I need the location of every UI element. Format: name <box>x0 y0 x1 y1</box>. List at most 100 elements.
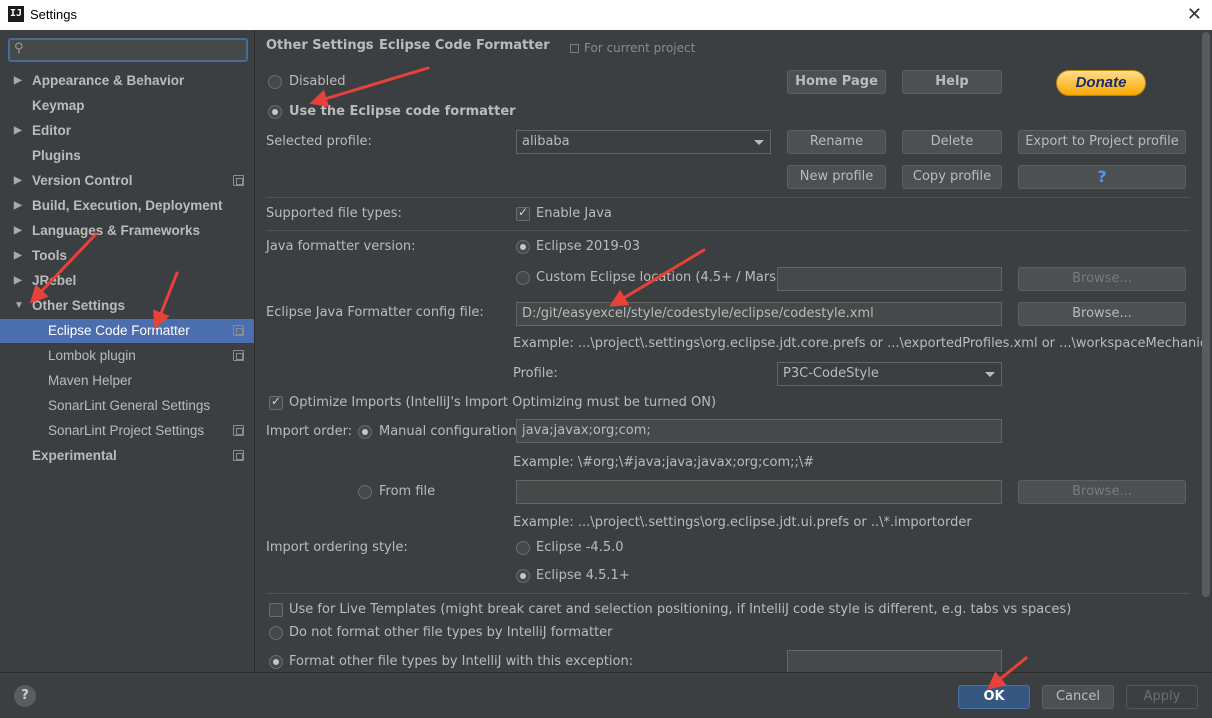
profile-label: Profile: <box>513 366 558 381</box>
chevron-down-icon <box>754 140 764 145</box>
format-exception-input[interactable] <box>787 650 1002 672</box>
profile-help-button[interactable]: ? <box>1018 165 1186 189</box>
chevron-down-icon <box>985 372 995 377</box>
divider <box>266 230 1190 231</box>
config-file-input[interactable]: D:/git/easyexcel/style/codestyle/eclipse… <box>516 302 1002 326</box>
sidebar-item-label: Editor <box>32 123 71 138</box>
breadcrumb-separator: › <box>365 38 371 53</box>
sidebar-item-languages[interactable]: ▶ Languages & Frameworks <box>0 219 254 243</box>
delete-button[interactable]: Delete <box>902 130 1002 154</box>
dialog-footer: ? OK Cancel Apply <box>0 672 1212 718</box>
sidebar-item-label: JRebel <box>32 273 77 288</box>
sidebar-item-lombok[interactable]: Lombok plugin <box>0 344 254 368</box>
expand-arrow-icon[interactable]: ▶ <box>14 244 22 268</box>
sidebar-item-plugins[interactable]: Plugins <box>0 144 254 168</box>
custom-eclipse-radio[interactable] <box>516 271 530 285</box>
format-other-radio[interactable] <box>269 655 283 669</box>
collapse-arrow-icon[interactable]: ▼ <box>14 294 24 318</box>
java-formatter-version-label: Java formatter version: <box>266 239 416 254</box>
divider <box>266 197 1190 198</box>
enable-java-checkbox[interactable] <box>516 205 530 221</box>
import-order-input[interactable]: java;javax;org;com; <box>516 419 1002 443</box>
sidebar-item-tools[interactable]: ▶ Tools <box>0 244 254 268</box>
sidebar-item-label: Appearance & Behavior <box>32 73 185 88</box>
from-file-radio[interactable] <box>358 485 372 499</box>
sidebar-item-editor[interactable]: ▶ Editor <box>0 119 254 143</box>
live-templates-checkbox[interactable] <box>269 603 283 617</box>
project-scope-icon <box>233 325 244 336</box>
help-button[interactable]: Help <box>902 70 1002 94</box>
ok-button[interactable]: OK <box>958 685 1030 709</box>
sidebar-item-label: Languages & Frameworks <box>32 223 201 238</box>
search-box[interactable]: ⚲ <box>8 38 248 62</box>
eclipse-451-label: Eclipse 4.5.1+ <box>536 568 630 583</box>
do-not-format-radio[interactable] <box>269 626 283 640</box>
sidebar-item-build[interactable]: ▶ Build, Execution, Deployment <box>0 194 254 218</box>
from-file-input[interactable] <box>516 480 1002 504</box>
apply-button[interactable]: Apply <box>1126 685 1198 709</box>
expand-arrow-icon[interactable]: ▶ <box>14 194 22 218</box>
help-icon[interactable]: ? <box>14 685 36 707</box>
sidebar-item-sonarlint-general[interactable]: SonarLint General Settings <box>0 394 254 418</box>
browse-from-file-button[interactable]: Browse... <box>1018 480 1186 504</box>
export-profile-button[interactable]: Export to Project profile <box>1018 130 1186 154</box>
expand-arrow-icon[interactable]: ▶ <box>14 169 22 193</box>
sidebar-item-keymap[interactable]: Keymap <box>0 94 254 118</box>
disabled-radio[interactable] <box>268 75 282 89</box>
project-scope-icon <box>233 175 244 186</box>
expand-arrow-icon[interactable]: ▶ <box>14 69 22 93</box>
eclipse-450-label: Eclipse -4.5.0 <box>536 540 624 555</box>
sidebar-item-label: SonarLint General Settings <box>48 398 211 413</box>
eclipse-2019-radio[interactable] <box>516 240 530 254</box>
import-order-example: Example: \#org;\#java;java;javax;org;com… <box>513 455 815 470</box>
eclipse-450-radio[interactable] <box>516 541 530 555</box>
sidebar-item-label: Build, Execution, Deployment <box>32 198 223 213</box>
search-input[interactable] <box>32 41 242 59</box>
expand-arrow-icon[interactable]: ▶ <box>14 219 22 243</box>
from-file-label: From file <box>379 484 436 499</box>
sidebar-item-label: SonarLint Project Settings <box>48 423 205 438</box>
close-icon[interactable]: ✕ <box>1187 4 1202 25</box>
use-eclipse-radio[interactable] <box>268 105 282 119</box>
copy-profile-button[interactable]: Copy profile <box>902 165 1002 189</box>
project-scope-icon <box>233 425 244 436</box>
profile-dropdown[interactable]: P3C-CodeStyle <box>777 362 1002 386</box>
divider <box>266 593 1190 594</box>
use-eclipse-label: Use the Eclipse code formatter <box>289 104 516 119</box>
sidebar-item-label: Plugins <box>32 148 81 163</box>
sidebar-item-appearance[interactable]: ▶ Appearance & Behavior <box>0 69 254 93</box>
breadcrumb-parent[interactable]: Other Settings <box>266 38 374 53</box>
config-file-label: Eclipse Java Formatter config file: <box>266 305 484 320</box>
optimize-imports-checkbox[interactable] <box>269 394 283 410</box>
eclipse-2019-label: Eclipse 2019-03 <box>536 239 641 254</box>
scrollbar-thumb[interactable] <box>1202 32 1210 597</box>
home-page-button[interactable]: Home Page <box>787 70 886 94</box>
sidebar-item-eclipse-code-formatter[interactable]: Eclipse Code Formatter <box>0 319 254 343</box>
browse-custom-eclipse-button[interactable]: Browse... <box>1018 267 1186 291</box>
sidebar-item-jrebel[interactable]: ▶ JRebel <box>0 269 254 293</box>
enable-java-label: Enable Java <box>536 206 612 221</box>
cancel-button[interactable]: Cancel <box>1042 685 1114 709</box>
from-file-example: Example: ...\project\.settings\org.eclip… <box>513 515 972 530</box>
selected-profile-dropdown[interactable]: alibaba <box>516 130 771 154</box>
sidebar-item-version-control[interactable]: ▶ Version Control <box>0 169 254 193</box>
search-icon: ⚲ <box>14 41 24 56</box>
browse-config-file-button[interactable]: Browse... <box>1018 302 1186 326</box>
expand-arrow-icon[interactable]: ▶ <box>14 269 22 293</box>
sidebar-item-experimental[interactable]: Experimental <box>0 444 254 468</box>
eclipse-451-radio[interactable] <box>516 569 530 583</box>
manual-configuration-radio[interactable] <box>358 425 372 439</box>
donate-button[interactable]: Donate <box>1056 70 1146 96</box>
title-bar: IJ Settings ✕ <box>0 0 1212 30</box>
new-profile-button[interactable]: New profile <box>787 165 886 189</box>
sidebar-item-sonarlint-project[interactable]: SonarLint Project Settings <box>0 419 254 443</box>
scope-label: For current project <box>584 41 696 55</box>
sidebar-item-label: Keymap <box>32 98 85 113</box>
optimize-imports-label: Optimize Imports (IntelliJ's Import Opti… <box>289 395 717 410</box>
expand-arrow-icon[interactable]: ▶ <box>14 119 22 143</box>
rename-button[interactable]: Rename <box>787 130 886 154</box>
manual-configuration-label: Manual configuration <box>379 424 517 439</box>
custom-eclipse-location-input[interactable] <box>777 267 1002 291</box>
sidebar-item-maven-helper[interactable]: Maven Helper <box>0 369 254 393</box>
sidebar-item-other-settings[interactable]: ▼ Other Settings <box>0 294 254 318</box>
